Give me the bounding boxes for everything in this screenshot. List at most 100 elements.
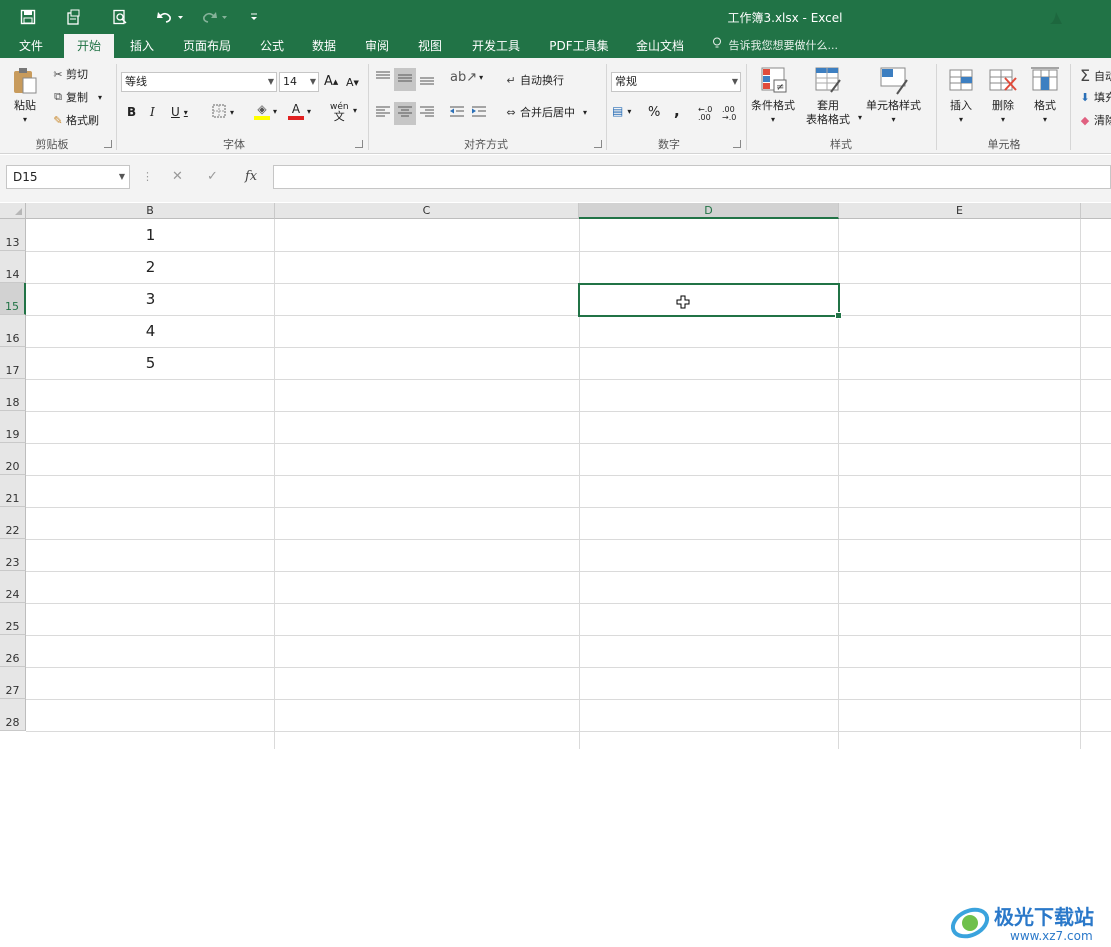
fill-button[interactable]: ⬇ 填充 <box>1076 89 1111 105</box>
formula-input[interactable] <box>273 165 1111 189</box>
tab-review[interactable]: 审阅 <box>355 34 399 58</box>
tell-me-search[interactable]: 告诉我您想要做什么... <box>712 34 838 58</box>
tab-formulas[interactable]: 公式 <box>250 34 294 58</box>
align-right-button[interactable] <box>418 104 436 123</box>
row-header[interactable]: 27 <box>0 667 26 699</box>
row-header[interactable]: 23 <box>0 539 26 571</box>
print-preview-icon[interactable] <box>64 7 84 27</box>
format-cells-button[interactable]: 格式 ▾ <box>1030 66 1060 127</box>
row-header[interactable]: 21 <box>0 475 26 507</box>
grow-font-button[interactable]: A ▲ <box>324 74 338 89</box>
tab-developer[interactable]: 开发工具 <box>462 34 530 58</box>
row-header[interactable]: 28 <box>0 699 26 731</box>
phonetic-button[interactable]: wén 文 <box>330 102 349 122</box>
tab-view[interactable]: 视图 <box>408 34 452 58</box>
redo-icon[interactable] <box>198 7 230 27</box>
percent-button[interactable]: % <box>648 105 660 120</box>
cell-b[interactable]: 2 <box>26 258 275 276</box>
align-bottom-button[interactable] <box>418 70 436 89</box>
format-as-table-button[interactable]: 套用 表格格式 <box>806 66 850 127</box>
select-all-button[interactable] <box>0 203 26 219</box>
align-top-button[interactable] <box>374 70 392 89</box>
chevron-down-icon[interactable]: ▾ <box>858 113 862 122</box>
tab-kingsoft-docs[interactable]: 金山文档 <box>626 34 694 58</box>
cancel-icon[interactable]: ✕ <box>172 169 183 184</box>
decrease-indent-button[interactable] <box>448 104 466 123</box>
number-launcher-icon[interactable] <box>733 140 741 148</box>
undo-icon[interactable] <box>154 7 186 27</box>
fill-color-button[interactable]: ◈ ▾ <box>254 102 277 120</box>
active-cell-d15[interactable] <box>578 283 842 319</box>
autosum-button[interactable]: Σ 自动 <box>1076 66 1111 85</box>
enter-icon[interactable]: ✓ <box>207 169 218 184</box>
row-header[interactable]: 19 <box>0 411 26 443</box>
comma-button[interactable]: , <box>674 102 680 120</box>
row-header[interactable]: 13 <box>0 219 26 251</box>
row-header[interactable]: 24 <box>0 571 26 603</box>
cut-button[interactable]: ✂ 剪切 <box>50 66 88 82</box>
merge-center-button[interactable]: ⇔ 合并后居中 ▾ <box>502 104 587 120</box>
cell-b[interactable]: 4 <box>26 322 275 340</box>
paste-button[interactable]: 粘贴 ▾ <box>10 66 40 127</box>
row-header[interactable]: 14 <box>0 251 26 283</box>
tab-pdf-tools[interactable]: PDF工具集 <box>540 34 618 58</box>
number-format-select[interactable]: 常规 ▼ <box>611 72 741 92</box>
italic-button[interactable]: I <box>150 105 155 119</box>
save-icon[interactable] <box>18 7 38 27</box>
column-header-e[interactable]: E <box>839 203 1081 219</box>
row-header[interactable]: 15 <box>0 283 26 315</box>
name-box[interactable]: D15 ▼ <box>6 165 130 189</box>
font-color-button[interactable]: A ▾ <box>288 102 311 120</box>
align-middle-button[interactable] <box>394 68 416 91</box>
tab-insert[interactable]: 插入 <box>120 34 164 58</box>
row-header[interactable]: 26 <box>0 635 26 667</box>
conditional-format-button[interactable]: ≠ 条件格式 ▾ <box>751 66 795 127</box>
bold-button[interactable]: B <box>127 105 136 119</box>
align-left-button[interactable] <box>374 104 392 123</box>
tab-data[interactable]: 数据 <box>302 34 346 58</box>
insert-function-icon[interactable]: fx <box>245 169 257 184</box>
quick-print-icon[interactable] <box>110 7 130 27</box>
column-header-f[interactable] <box>1081 203 1111 219</box>
shrink-font-icon: A <box>346 76 354 89</box>
decrease-decimal-button[interactable]: .00 →.0 <box>722 106 744 122</box>
wrap-text-button[interactable]: ↵ 自动换行 <box>502 72 564 88</box>
tab-file[interactable]: 文件 <box>8 34 54 58</box>
cell-b[interactable]: 5 <box>26 354 275 372</box>
row-header[interactable]: 18 <box>0 379 26 411</box>
font-launcher-icon[interactable] <box>355 140 363 148</box>
delete-cells-button[interactable]: 删除 ▾ <box>988 66 1018 127</box>
increase-decimal-button[interactable]: ←.0 .00 <box>698 106 720 122</box>
shrink-font-button[interactable]: A ▼ <box>346 76 359 89</box>
column-header-b[interactable]: B <box>26 203 275 219</box>
row-header[interactable]: 16 <box>0 315 26 347</box>
row-header[interactable]: 25 <box>0 603 26 635</box>
clipboard-launcher-icon[interactable] <box>104 140 112 148</box>
align-center-button[interactable] <box>394 102 416 125</box>
borders-button[interactable]: ▾ <box>212 104 234 121</box>
font-name-select[interactable]: 等线 ▼ <box>121 72 277 92</box>
underline-button[interactable]: U ▾ <box>171 105 188 119</box>
cell-b[interactable]: 1 <box>26 226 275 244</box>
cell-styles-button[interactable]: 单元格样式 ▾ <box>866 66 921 127</box>
row-header[interactable]: 22 <box>0 507 26 539</box>
copy-button[interactable]: ⧉ 复制 ▾ <box>50 89 102 105</box>
customize-toolbar-icon[interactable] <box>244 7 264 27</box>
format-painter-button[interactable]: ✎ 格式刷 <box>50 112 99 128</box>
column-header-c[interactable]: C <box>275 203 579 219</box>
row-header[interactable]: 20 <box>0 443 26 475</box>
row-header[interactable]: 17 <box>0 347 26 379</box>
chevron-down-icon[interactable]: ▾ <box>353 106 357 115</box>
clear-button[interactable]: ◆ 清除 <box>1076 112 1111 128</box>
worksheet-grid[interactable]: B C D E 13 1 14 2 15 3 16 4 17 5 18 19 20 21 22 23 24 25 2… <box>0 203 1111 943</box>
alignment-launcher-icon[interactable] <box>594 140 602 148</box>
tab-page-layout[interactable]: 页面布局 <box>172 34 242 58</box>
increase-indent-button[interactable] <box>470 104 488 123</box>
font-size-select[interactable]: 14 ▼ <box>279 72 319 92</box>
cell-b[interactable]: 3 <box>26 290 275 308</box>
currency-button[interactable]: ▤ ▾ <box>612 104 631 118</box>
column-header-d[interactable]: D <box>579 203 839 219</box>
tab-home[interactable]: 开始 <box>64 34 114 58</box>
insert-cells-button[interactable]: 插入 ▾ <box>946 66 976 127</box>
orientation-button[interactable]: ab↗ ▾ <box>450 70 483 85</box>
